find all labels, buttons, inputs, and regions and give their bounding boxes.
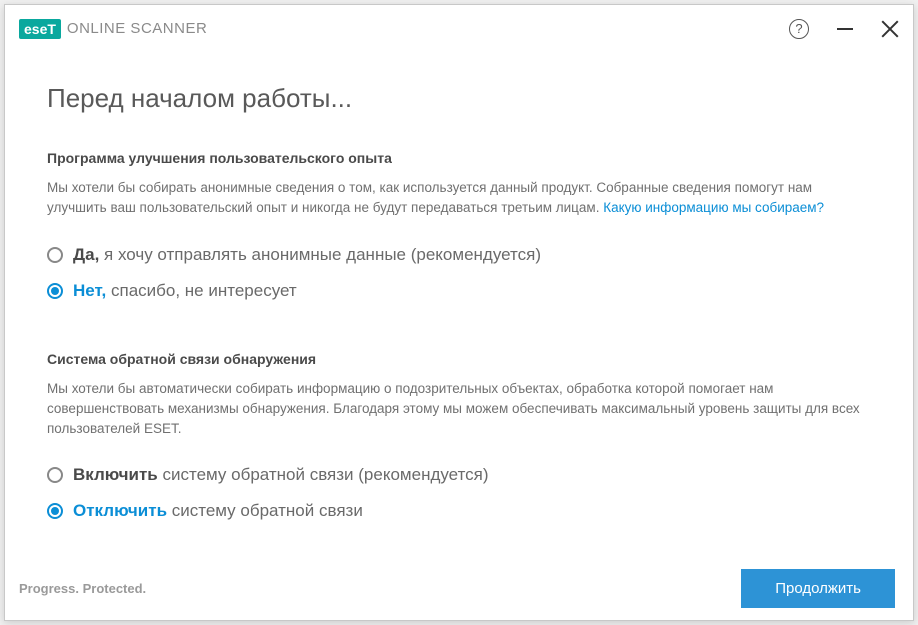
footer: Progress. Protected. Продолжить	[5, 569, 913, 620]
radio-icon	[47, 467, 63, 483]
radio-icon	[47, 283, 63, 299]
app-window: eseT ONLINE SCANNER ? Перед началом рабо…	[4, 4, 914, 621]
continue-button[interactable]: Продолжить	[741, 569, 895, 608]
section-description: Мы хотели бы собирать анонимные сведения…	[47, 178, 871, 219]
radio-label: Нет, спасибо, не интересует	[73, 281, 297, 301]
section-heading: Программа улучшения пользовательского оп…	[47, 150, 871, 166]
info-link[interactable]: Какую информацию мы собираем?	[603, 200, 824, 215]
radio-group-cip: Да, я хочу отправлять анонимные данные (…	[47, 237, 871, 309]
help-icon[interactable]: ?	[789, 19, 809, 39]
radio-option-yes[interactable]: Да, я хочу отправлять анонимные данные (…	[47, 237, 871, 273]
logo: eseT ONLINE SCANNER	[19, 19, 207, 39]
radio-label: Отключить систему обратной связи	[73, 501, 363, 521]
titlebar: eseT ONLINE SCANNER ?	[5, 5, 913, 53]
product-name: ONLINE SCANNER	[67, 20, 207, 37]
radio-group-feedback: Включить систему обратной связи (рекомен…	[47, 457, 871, 529]
radio-option-no[interactable]: Нет, спасибо, не интересует	[47, 273, 871, 309]
section-description: Мы хотели бы автоматически собирать инфо…	[47, 379, 871, 440]
page-title: Перед началом работы...	[47, 83, 871, 114]
minimize-icon[interactable]	[837, 28, 853, 30]
logo-badge: eseT	[19, 19, 61, 39]
section-feedback: Система обратной связи обнаружения Мы хо…	[47, 351, 871, 530]
radio-option-disable[interactable]: Отключить систему обратной связи	[47, 493, 871, 529]
close-icon[interactable]	[881, 20, 899, 38]
radio-label: Включить систему обратной связи (рекомен…	[73, 465, 489, 485]
tagline: Progress. Protected.	[19, 581, 146, 596]
section-heading: Система обратной связи обнаружения	[47, 351, 871, 367]
radio-option-enable[interactable]: Включить систему обратной связи (рекомен…	[47, 457, 871, 493]
window-controls: ?	[789, 19, 899, 39]
radio-label: Да, я хочу отправлять анонимные данные (…	[73, 245, 541, 265]
section-cip: Программа улучшения пользовательского оп…	[47, 150, 871, 309]
radio-icon	[47, 503, 63, 519]
content-area: Перед началом работы... Программа улучше…	[5, 53, 913, 569]
radio-icon	[47, 247, 63, 263]
